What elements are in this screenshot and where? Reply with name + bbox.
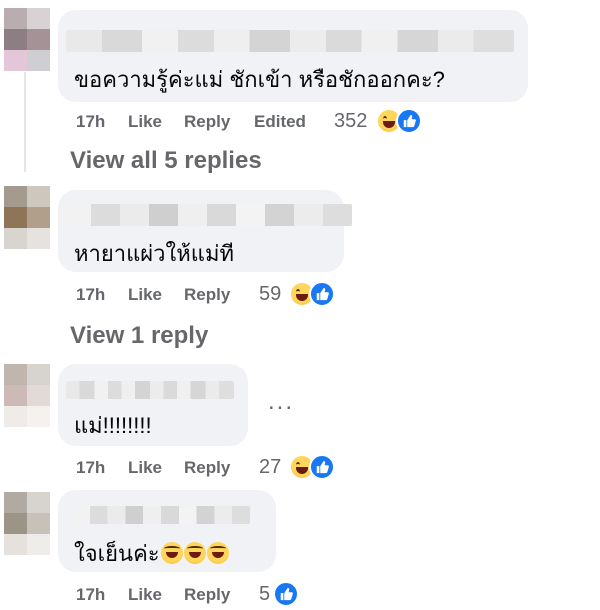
commenter-name-blurred[interactable] (62, 204, 352, 226)
like-icon (309, 454, 335, 480)
comment-text: ขอความรู้ค่ะแม่ ชักเข้า หรือชักออกคะ? (74, 67, 445, 92)
reaction-count: 27 (259, 456, 282, 478)
like-link[interactable]: Like (128, 112, 162, 132)
commenter-name-blurred[interactable] (72, 506, 250, 524)
comment-time[interactable]: 17h (76, 112, 105, 132)
reaction-summary[interactable]: 59 (259, 281, 349, 308)
like-link[interactable]: Like (128, 458, 162, 478)
comment-meta: 17h Like Reply (76, 458, 276, 480)
comment-text: หายาแผ่วให้แม่ที (74, 241, 234, 266)
comment-time[interactable]: 17h (76, 285, 105, 305)
like-icon (396, 108, 422, 134)
reply-link[interactable]: Reply (184, 458, 230, 478)
reaction-summary[interactable]: 27 (259, 454, 349, 481)
reply-link[interactable]: Reply (184, 285, 230, 305)
reply-link[interactable]: Reply (184, 112, 230, 132)
avatar[interactable] (4, 492, 50, 556)
reply-link[interactable]: Reply (184, 585, 230, 605)
laughing-emoji-icon (183, 542, 206, 564)
comment-text: ใจเย็นค่ะ (74, 536, 229, 571)
reaction-count: 5 (259, 583, 271, 605)
laughing-emoji-icon (206, 542, 229, 564)
comment-time[interactable]: 17h (76, 585, 105, 605)
laughing-emoji-icon (160, 542, 183, 564)
view-replies-link[interactable]: View all 5 replies (70, 147, 262, 175)
reaction-count: 59 (259, 283, 282, 305)
comment-meta: 17h Like Reply (76, 585, 276, 607)
comment-text: แม่!!!!!!!! (74, 413, 152, 438)
like-icon (309, 281, 335, 307)
like-icon (273, 581, 299, 607)
comment-meta: 17h Like Reply Edited (76, 112, 376, 134)
avatar[interactable] (4, 364, 50, 428)
commenter-name-blurred[interactable] (66, 381, 234, 399)
view-replies-link[interactable]: View 1 reply (70, 322, 208, 350)
reaction-summary[interactable]: 5 (259, 581, 319, 608)
edited-label: Edited (254, 112, 306, 131)
more-options-icon[interactable]: ... (268, 388, 294, 416)
comment-text-content: ใจเย็นค่ะ (74, 541, 160, 566)
comment-time[interactable]: 17h (76, 458, 105, 478)
reaction-summary[interactable]: 352 (334, 108, 434, 135)
commenter-name-blurred[interactable] (66, 30, 514, 52)
thread-line (24, 72, 26, 172)
like-link[interactable]: Like (128, 285, 162, 305)
avatar[interactable] (4, 186, 50, 250)
reaction-count: 352 (334, 110, 368, 132)
like-link[interactable]: Like (128, 585, 162, 605)
comment-meta: 17h Like Reply (76, 285, 276, 307)
avatar[interactable] (4, 8, 50, 72)
